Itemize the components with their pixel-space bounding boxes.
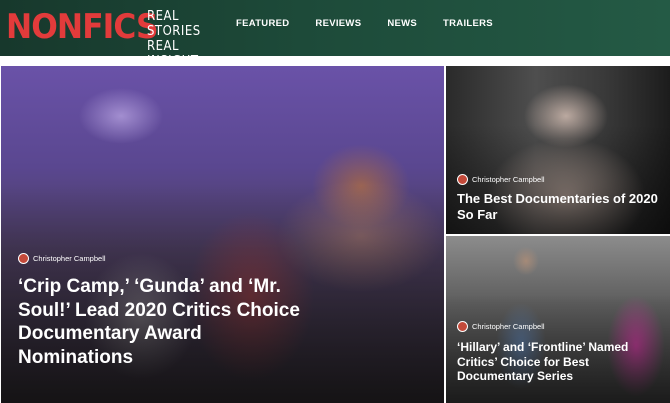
article-card[interactable]: Christopher Campbell The Best Documentar… xyxy=(446,66,670,234)
article-byline: Christopher Campbell xyxy=(457,174,545,185)
article-byline: Christopher Campbell xyxy=(18,253,106,264)
author-name[interactable]: Christopher Campbell xyxy=(33,254,106,264)
nav-reviews[interactable]: REVIEWS xyxy=(315,17,361,31)
featured-grid: Christopher Campbell ‘Crip Camp,’ ‘Gunda… xyxy=(0,63,670,403)
site-header: NONFICS REAL STORIES REAL INSIGHT FEATUR… xyxy=(0,0,670,69)
site-tagline: REAL STORIES REAL INSIGHT xyxy=(147,9,227,69)
article-card[interactable]: Christopher Campbell ‘Hillary’ and ‘Fron… xyxy=(446,236,670,403)
logo-wordmark: NONFICS xyxy=(6,7,159,47)
author-name[interactable]: Christopher Campbell xyxy=(472,175,545,185)
author-avatar xyxy=(457,174,468,185)
nav-trailers[interactable]: TRAILERS xyxy=(443,17,493,31)
article-byline: Christopher Campbell xyxy=(457,321,545,332)
nav-news[interactable]: NEWS xyxy=(387,17,417,31)
author-avatar xyxy=(457,321,468,332)
author-avatar xyxy=(18,253,29,264)
author-name[interactable]: Christopher Campbell xyxy=(472,322,545,332)
article-headline[interactable]: The Best Documentaries of 2020 So Far xyxy=(457,191,662,223)
nav-featured[interactable]: FEATURED xyxy=(236,17,289,31)
article-headline[interactable]: ‘Hillary’ and ‘Frontline’ Named Critics’… xyxy=(457,340,662,384)
article-headline[interactable]: ‘Crip Camp,’ ‘Gunda’ and ‘Mr. Soul!’ Lea… xyxy=(18,275,318,369)
main-nav: FEATURED REVIEWS NEWS TRAILERS xyxy=(236,17,519,31)
featured-article-card[interactable]: Christopher Campbell ‘Crip Camp,’ ‘Gunda… xyxy=(1,66,444,403)
tagline-line: REAL STORIES xyxy=(147,9,201,39)
